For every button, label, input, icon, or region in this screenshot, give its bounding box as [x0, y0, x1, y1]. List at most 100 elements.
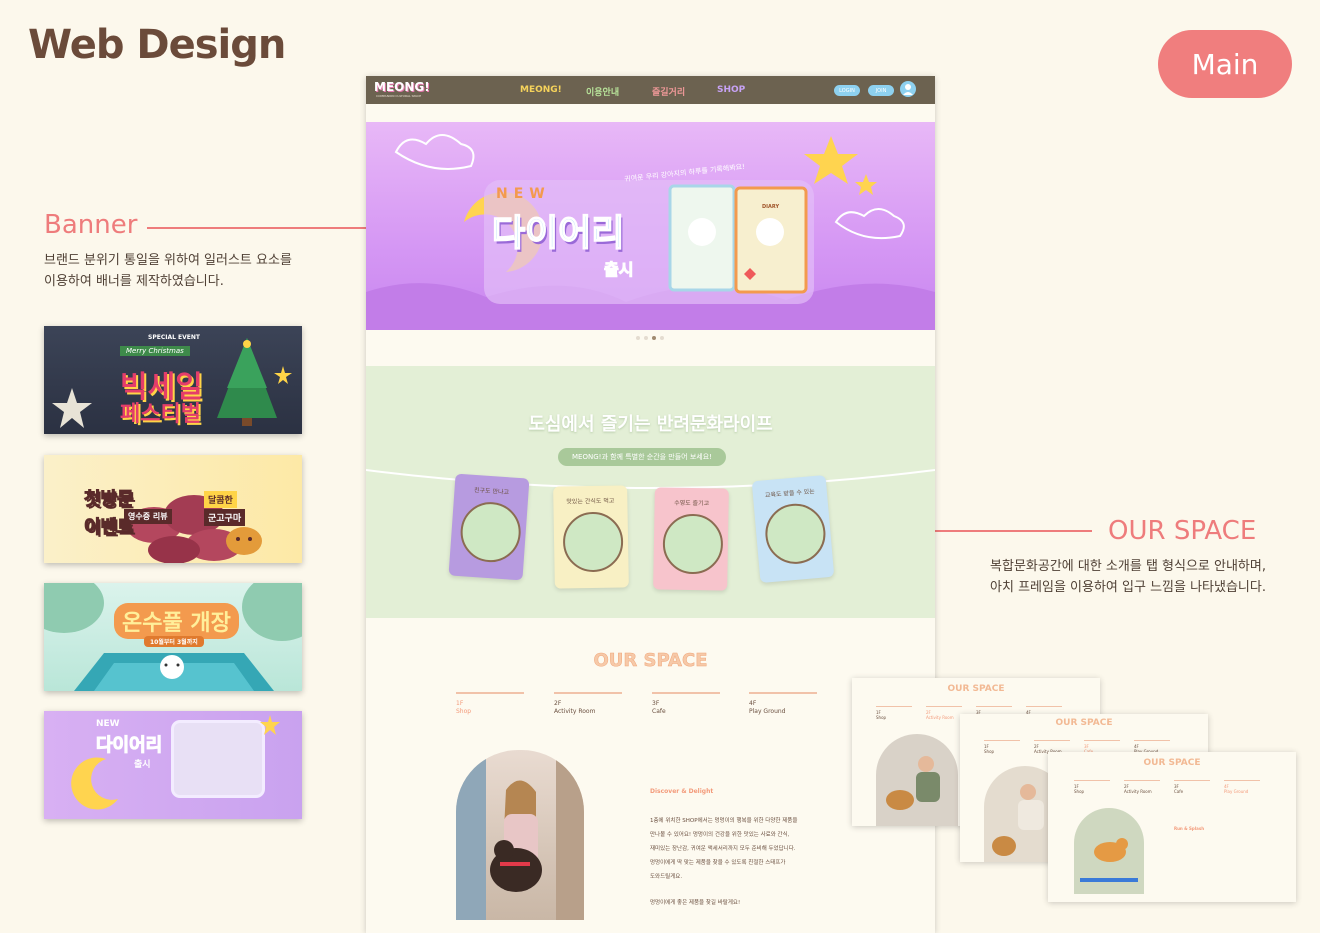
login-button[interactable]: LOGIN — [834, 85, 860, 96]
tab-name: Cafe — [652, 708, 666, 715]
hero-title: 다이어리 — [491, 212, 625, 255]
discover-label: Discover & Delight — [650, 788, 714, 795]
small-star-icon — [274, 366, 292, 384]
space-card-snacks[interactable]: 맛있는 간식도 먹고 — [553, 485, 629, 589]
hero-illustration-icon — [366, 134, 935, 330]
preview-tab: 2FActivity Room — [1124, 780, 1160, 794]
user-avatar-icon[interactable] — [900, 81, 916, 97]
banner-thumb-pool: 온수풀 개장 10월부터 3월까지 — [44, 583, 302, 691]
our-space-desc-line1: 복합문화공간에 대한 소개를 탭 형식으로 안내하며, — [990, 559, 1266, 574]
preview-tab: 4FPlay Ground — [1224, 780, 1260, 794]
pagination-dot[interactable] — [660, 336, 664, 340]
shop-arch-photo — [456, 750, 584, 920]
preview-heading: OUR SPACE — [947, 684, 1005, 694]
shop-closing: 멍멍이에게 좋은 제품을 찾길 바랄게요! — [650, 900, 741, 906]
nav-item-guide[interactable]: 이용안내 — [586, 85, 619, 98]
tab-name: Play Ground — [749, 708, 786, 715]
nav-item-meong[interactable]: MEONG! — [520, 85, 562, 95]
thumb4-new: NEW — [96, 719, 120, 729]
tab-1f-shop[interactable]: 1F Shop — [456, 692, 524, 716]
pagination-dot[interactable] — [636, 336, 640, 340]
christmas-tree-icon — [217, 338, 277, 426]
site-logo[interactable]: MEONG! — [374, 80, 430, 94]
tab-floor: 3F — [652, 700, 660, 707]
our-space-site-heading: OUR SPACE — [593, 650, 708, 672]
space-card-swim[interactable]: 수영도 즐기고 — [653, 487, 729, 591]
space-card-friends[interactable]: 친구도 만나고 — [448, 473, 530, 581]
diary-mockup — [174, 723, 262, 795]
shop-body-line: 재미있는 장난감, 귀여운 액세서리까지 모두 준비해 두었답니다. — [650, 846, 796, 852]
preview-page-3: OUR SPACE 1F Shop 2F Activity Room 3F Cafe … — [1048, 752, 1296, 902]
thumb1-tag: SPECIAL EVENT — [148, 334, 200, 341]
hero-pagination[interactable] — [636, 336, 664, 340]
sweet-potato-character-icon — [226, 527, 262, 555]
crescent-moon-icon — [71, 757, 118, 810]
banner-leader-line — [147, 227, 369, 229]
star-icon — [52, 388, 92, 428]
star-icon — [260, 715, 280, 735]
nav-item-fun[interactable]: 즐길거리 — [652, 85, 685, 98]
site-logo-sub: COMPANION CULTURAL SPACE — [376, 94, 422, 98]
card-illustration — [762, 501, 828, 567]
hero-diary-label: DIARY — [762, 204, 780, 210]
card-illustration — [458, 500, 523, 565]
shop-body-line: 도와드릴게요. — [650, 874, 683, 880]
banner-desc-line1: 브랜드 분위기 통일을 위하여 일러스트 요소를 — [44, 253, 292, 268]
our-space-desc-line2: 아치 프레임을 이용하여 입구 느낌을 나타냈습니다. — [990, 580, 1266, 595]
card-illustration — [662, 513, 724, 575]
nav-item-shop[interactable]: SHOP — [717, 85, 745, 95]
thumb4-title: 다이어리 — [95, 735, 163, 757]
preview-tab: 1F Shop — [984, 740, 1020, 754]
preview-tab: 2FActivity Room — [926, 706, 962, 720]
hero-new: NEW — [496, 186, 551, 202]
site-navbar: MEONG! COMPANION CULTURAL SPACE MEONG! 이… — [366, 76, 935, 104]
website-mockup: MEONG! COMPANION CULTURAL SPACE MEONG! 이… — [366, 76, 935, 933]
shop-body-line: 만나볼 수 있어요! 멍멍이의 건강을 위한 맛있는 사료와 간식, — [650, 832, 790, 838]
tab-floor: 2F — [554, 700, 562, 707]
culture-pill: MEONG!과 함께 특별한 순간을 만들어 보세요! — [558, 448, 726, 466]
preview-tab: 1F Shop — [1074, 780, 1110, 794]
banner-thumb-diary: NEW 다이어리 출시 — [44, 711, 302, 819]
join-button[interactable]: JOIN — [868, 85, 894, 96]
string-line-icon — [366, 469, 935, 489]
shop-body-line: 멍멍이에게 딱 맞는 제품을 찾을 수 있도록 친절한 스태프가 — [650, 860, 786, 866]
pagination-dot-active[interactable] — [652, 336, 656, 340]
hero-sub: 출시 — [603, 260, 634, 280]
woman-with-dog-photo-icon — [456, 750, 584, 920]
our-space-heading: OUR SPACE — [1108, 516, 1257, 546]
card-label: 맛있는 간식도 먹고 — [566, 497, 615, 506]
space-card-education[interactable]: 교육도 받을 수 있는 — [751, 474, 835, 584]
thumb3-sub: 10월부터 3월까지 — [144, 636, 204, 647]
tab-4f-playground[interactable]: 4F Play Ground — [749, 692, 817, 716]
tab-name: Shop — [456, 708, 472, 715]
thumb2-line1: 첫방문 — [84, 489, 135, 511]
banner-thumb-christmas: SPECIAL EVENT Merry Christmas 빅세일 페스티벌 — [44, 326, 302, 434]
preview-heading: OUR SPACE — [1143, 758, 1201, 768]
shop-body-line: 1층에 위치한 SHOP에서는 멍멍이의 행복을 위한 다양한 제품을 — [650, 818, 798, 824]
culture-life-section: 도심에서 즐기는 반려문화라이프 MEONG!과 함께 특별한 순간을 만들어 … — [366, 366, 935, 618]
thumb3-title: 온수풀 개장 — [114, 603, 239, 639]
preview-sub: Run & Splash — [1174, 826, 1205, 831]
main-badge: Main — [1158, 30, 1292, 98]
preview-arch-yoga — [876, 734, 958, 826]
page-title: Web Design — [28, 22, 286, 68]
tab-2f-activity[interactable]: 2F Activity Room — [554, 692, 622, 716]
corgi-agility-photo-icon — [1080, 838, 1138, 882]
card-label: 수영도 즐기고 — [674, 499, 710, 508]
thumb1-script: Merry Christmas — [120, 346, 190, 356]
card-label: 친구도 만나고 — [473, 486, 510, 497]
tab-3f-cafe[interactable]: 3F Cafe — [652, 692, 720, 716]
pagination-dot[interactable] — [644, 336, 648, 340]
card-illustration — [562, 511, 624, 573]
hero-banner[interactable]: NEW 다이어리 출시 귀여운 우리 강아지의 하루를 기록해봐요! DIARY — [366, 122, 935, 330]
yoga-dog-photo-icon — [886, 756, 940, 810]
tab-floor: 4F — [749, 700, 757, 707]
thumb2-badge1: 달콤한 — [204, 491, 237, 508]
culture-heading: 도심에서 즐기는 반려문화라이프 — [528, 414, 773, 435]
banner-heading: Banner — [44, 210, 138, 240]
thumb4-sub: 출시 — [134, 760, 151, 770]
banner-desc-line2: 이용하여 배너를 제작하였습니다. — [44, 274, 224, 289]
preview-tab: 3FCafe — [1174, 780, 1210, 794]
banner-description: 브랜드 분위기 통일을 위하여 일러스트 요소를 이용하여 배너를 제작하였습니… — [44, 250, 292, 292]
thumb2-badge3: 영수증 리뷰 — [124, 509, 172, 524]
